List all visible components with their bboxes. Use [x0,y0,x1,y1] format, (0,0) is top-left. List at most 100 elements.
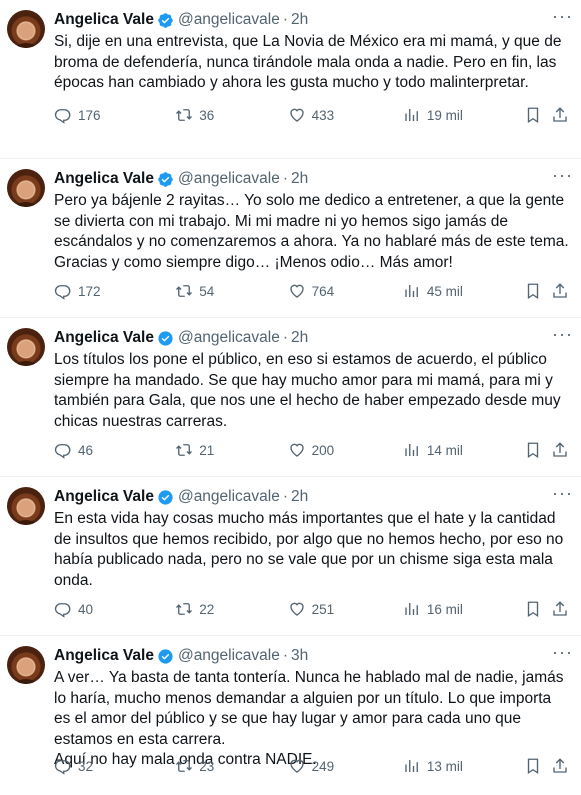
author-name[interactable]: Angelica Vale [54,170,154,188]
views-icon [405,444,418,456]
tweet-text: Si, dije en una entrevista, que La Novia… [54,33,562,91]
more-icon[interactable]: ··· [552,324,573,345]
author-name[interactable]: Angelica Vale [54,647,154,665]
verified-icon [157,171,174,188]
tweet[interactable]: Angelica Vale @angelicavale · 2h ··· Los… [0,318,581,477]
share-button[interactable] [551,600,571,618]
author-name[interactable]: Angelica Vale [54,329,154,347]
share-button[interactable] [551,441,571,459]
tweet-feed: Angelica Vale @angelicavale · 2h ··· Si,… [0,0,581,795]
like-icon [289,284,304,298]
retweet-icon [176,444,193,456]
retweet-button[interactable]: 21 [175,441,287,459]
reply-count: 46 [78,442,94,458]
avatar[interactable] [7,169,45,207]
bookmark-button[interactable] [524,600,551,618]
like-button[interactable]: 433 [288,106,403,124]
views-button[interactable]: 19 mil [403,106,524,124]
retweet-count: 21 [199,442,215,458]
reply-button[interactable]: 32 [54,757,175,775]
like-icon [289,443,304,457]
action-bar: 40 22 251 16 mil [54,597,571,621]
reply-icon [54,109,71,124]
views-button[interactable]: 13 mil [403,757,524,775]
bookmark-button[interactable] [524,106,551,124]
tweet-header: Angelica Vale @angelicavale · 2h [54,328,571,348]
like-button[interactable]: 251 [288,600,403,618]
action-bar: 176 36 433 19 mil [54,103,571,127]
bookmark-button[interactable] [524,441,551,459]
retweet-button[interactable]: 23 [175,757,287,775]
reply-icon [54,444,71,459]
more-icon[interactable]: ··· [552,165,573,186]
more-icon[interactable]: ··· [552,642,573,663]
reply-button[interactable]: 176 [54,106,175,124]
like-button[interactable]: 764 [288,282,403,300]
retweet-icon [176,109,193,121]
retweet-count: 22 [199,601,215,617]
author-handle[interactable]: @angelicavale [178,647,280,665]
avatar[interactable] [7,10,45,48]
like-button[interactable]: 200 [288,441,403,459]
avatar[interactable] [7,646,45,684]
tweet[interactable]: Angelica Vale @angelicavale · 3h ··· A v… [0,636,581,795]
separator-dot: · [282,647,289,664]
share-icon [553,758,568,773]
reply-icon [54,603,71,618]
tweet-header: Angelica Vale @angelicavale · 2h [54,169,571,189]
timestamp[interactable]: 3h [291,647,308,665]
separator-dot: · [282,329,289,346]
tweet[interactable]: Angelica Vale @angelicavale · 2h ··· Si,… [0,0,581,159]
reply-button[interactable]: 46 [54,441,175,459]
views-icon [405,603,418,615]
reply-button[interactable]: 40 [54,600,175,618]
retweet-button[interactable]: 36 [175,106,287,124]
bookmark-icon [527,442,539,459]
verified-icon [157,489,174,506]
tweet[interactable]: Angelica Vale @angelicavale · 2h ··· Per… [0,159,581,318]
reply-count: 32 [78,758,94,774]
views-count: 19 mil [426,107,463,123]
share-button[interactable] [551,757,571,775]
author-name[interactable]: Angelica Vale [54,488,154,506]
like-count: 764 [311,283,335,299]
timestamp[interactable]: 2h [291,329,308,347]
like-button[interactable]: 249 [288,757,403,775]
views-button[interactable]: 16 mil [403,600,524,618]
avatar[interactable] [7,487,45,525]
author-handle[interactable]: @angelicavale [178,170,280,188]
like-count: 251 [311,601,335,617]
share-button[interactable] [551,282,571,300]
author-handle[interactable]: @angelicavale [178,329,280,347]
views-count: 13 mil [426,758,463,774]
more-icon[interactable]: ··· [552,483,573,504]
views-icon [405,109,418,121]
views-icon [405,760,418,772]
views-button[interactable]: 14 mil [403,441,524,459]
reply-count: 176 [78,107,101,123]
timestamp[interactable]: 2h [291,488,308,506]
timestamp[interactable]: 2h [291,170,308,188]
bookmark-button[interactable] [524,757,551,775]
verified-icon [157,330,174,347]
retweet-count: 23 [199,758,215,774]
share-button[interactable] [551,106,571,124]
more-icon[interactable]: ··· [552,6,573,27]
like-count: 433 [311,107,335,123]
bookmark-button[interactable] [524,282,551,300]
separator-dot: · [282,170,289,187]
author-handle[interactable]: @angelicavale [178,488,280,506]
author-handle[interactable]: @angelicavale [178,11,280,29]
bookmark-icon [527,758,539,775]
timestamp[interactable]: 2h [291,11,308,29]
tweet[interactable]: Angelica Vale @angelicavale · 2h ··· En … [0,477,581,636]
reply-count: 172 [78,283,101,299]
author-name[interactable]: Angelica Vale [54,11,154,29]
retweet-button[interactable]: 22 [175,600,287,618]
reply-button[interactable]: 172 [54,282,175,300]
separator-dot: · [282,488,289,505]
views-button[interactable]: 45 mil [403,282,524,300]
retweet-button[interactable]: 54 [175,282,287,300]
views-icon [405,285,418,297]
avatar[interactable] [7,328,45,366]
